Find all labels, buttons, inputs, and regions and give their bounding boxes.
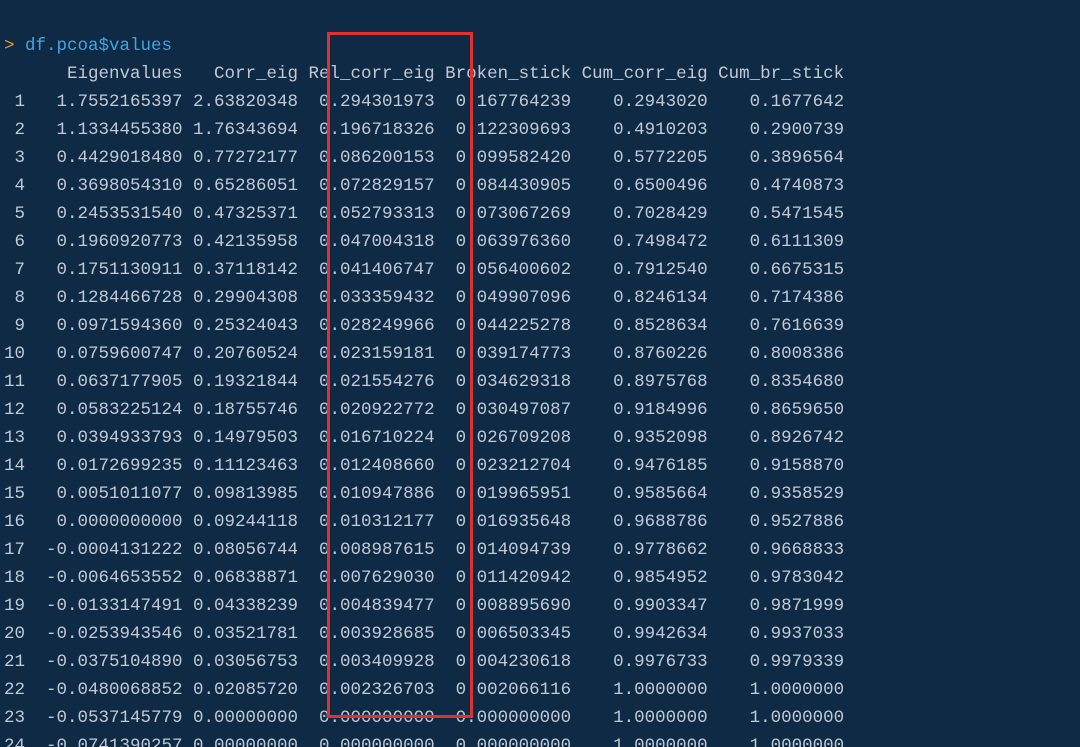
prompt-symbol: >	[4, 36, 15, 56]
header-row: Eigenvalues Corr_eig Rel_corr_eig Broken…	[4, 60, 1080, 88]
r-console[interactable]: > df.pcoa$values Eigenvalues Corr_eig Re…	[0, 0, 1080, 747]
data-rows: 1 1.7552165397 2.63820348 0.294301973 0.…	[4, 92, 844, 747]
command-text: df.pcoa$values	[25, 36, 172, 56]
prompt-line: > df.pcoa$values	[4, 36, 172, 56]
